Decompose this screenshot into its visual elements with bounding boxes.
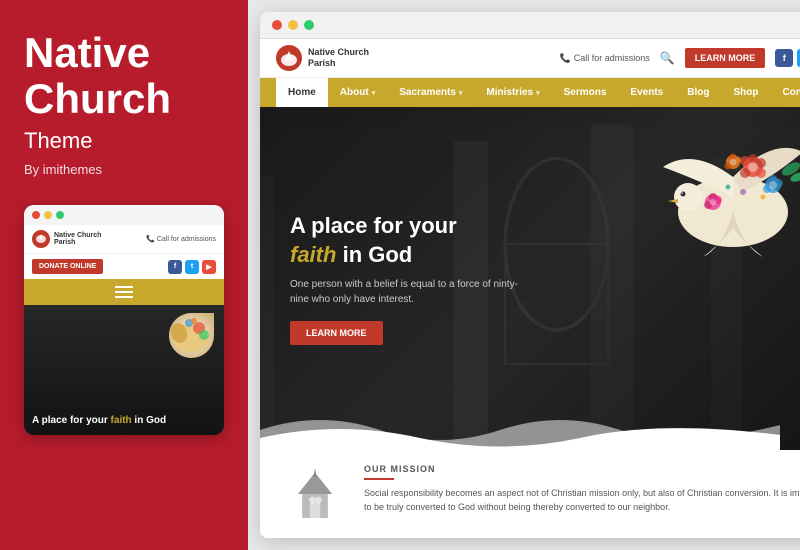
browser-window: Native ChurchParish 📞 LEARN MORE Call fo… xyxy=(260,12,800,538)
hero-bird-illustration xyxy=(643,117,800,277)
donate-button[interactable]: LEARN MORE xyxy=(685,48,766,68)
mission-body: Social responsibility becomes an aspect … xyxy=(364,486,800,515)
browser-chrome xyxy=(260,12,800,39)
nav-item-about[interactable]: About ▾ xyxy=(328,78,387,107)
mission-icon-area xyxy=(280,464,350,524)
mobile-hero-faith: faith xyxy=(111,415,132,426)
hero-title-text1: A place for your xyxy=(290,213,457,238)
mobile-hero: A place for your faith in God xyxy=(24,305,224,435)
church-icon xyxy=(285,464,345,524)
site-hero: A place for your faith in God One person… xyxy=(260,107,800,450)
nav-item-blog[interactable]: Blog xyxy=(675,78,721,107)
mission-text: OUR MISSION Social responsibility become… xyxy=(364,464,800,515)
chevron-down-icon: ▾ xyxy=(372,89,376,97)
hero-wave xyxy=(260,410,780,450)
browser-dot-red xyxy=(272,20,282,30)
mobile-donate-button[interactable]: DONATE ONLINE xyxy=(32,259,103,274)
mobile-social-icons: f t ▶ xyxy=(168,260,216,274)
site-nav: Home About ▾ Sacraments ▾ Ministries ▾ S… xyxy=(260,78,800,107)
search-icon[interactable]: 🔍 xyxy=(660,51,675,65)
site-phone: 📞 LEARN MORE Call for admissions xyxy=(560,53,650,64)
site-social-icons: f t ▶ xyxy=(775,49,800,67)
learn-more-button[interactable]: LEARN MORE xyxy=(290,321,383,345)
theme-by: By imithemes xyxy=(24,162,224,177)
hero-faith-text: faith xyxy=(290,242,336,267)
phone-icon: 📞 xyxy=(560,53,571,64)
nav-item-ministries[interactable]: Ministries ▾ xyxy=(474,78,551,107)
twitter-icon[interactable]: t xyxy=(185,260,199,274)
mobile-browser-bar xyxy=(24,205,224,225)
chevron-down-icon: ▾ xyxy=(536,89,540,97)
site-logo-icon xyxy=(276,45,302,71)
mobile-phone: 📞 Call for admissions xyxy=(146,235,216,243)
right-panel: Native ChurchParish 📞 LEARN MORE Call fo… xyxy=(248,0,800,550)
nav-item-events[interactable]: Events xyxy=(618,78,675,107)
site-mission: OUR MISSION Social responsibility become… xyxy=(260,450,800,538)
left-panel: NativeChurch Theme By imithemes Native C… xyxy=(0,0,248,550)
mobile-hero-text: A place for your faith in God xyxy=(32,414,216,427)
hero-subtitle: One person with a belief is equal to a f… xyxy=(290,277,530,307)
mobile-nav-bar[interactable] xyxy=(24,279,224,305)
hero-content: A place for your faith in God One person… xyxy=(260,188,586,369)
mobile-preview: Native ChurchParish 📞 Call for admission… xyxy=(24,205,224,435)
site-header-right: 📞 LEARN MORE Call for admissions 🔍 LEARN… xyxy=(560,48,800,68)
hero-title-text2: in God xyxy=(343,242,413,267)
mobile-donate-bar: DONATE ONLINE f t ▶ xyxy=(24,254,224,279)
youtube-icon[interactable]: ▶ xyxy=(202,260,216,274)
nav-item-sacraments[interactable]: Sacraments ▾ xyxy=(387,78,474,107)
mobile-dot-yellow xyxy=(44,211,52,219)
mobile-logo-text: Native ChurchParish xyxy=(54,232,101,247)
theme-subtitle: Theme xyxy=(24,128,224,154)
mobile-dot-red xyxy=(32,211,40,219)
site-logo-text: Native ChurchParish xyxy=(308,47,369,69)
site-logo: Native ChurchParish xyxy=(276,45,369,71)
nav-item-contacts[interactable]: Contacts xyxy=(770,78,800,107)
mission-label: OUR MISSION xyxy=(364,464,800,474)
mobile-logo-area: Native ChurchParish xyxy=(32,230,101,248)
facebook-icon[interactable]: f xyxy=(775,49,793,67)
mission-underline xyxy=(364,478,394,480)
hero-title: A place for your faith in God xyxy=(290,212,556,269)
nav-item-shop[interactable]: Shop xyxy=(721,78,770,107)
facebook-icon[interactable]: f xyxy=(168,260,182,274)
mobile-hero-title: A place for your faith in God xyxy=(32,414,216,427)
phone-label: Call for admissions xyxy=(574,53,650,63)
hamburger-icon[interactable] xyxy=(115,286,133,298)
browser-dot-yellow xyxy=(288,20,298,30)
mobile-header: Native ChurchParish 📞 Call for admission… xyxy=(24,225,224,254)
theme-title: NativeChurch xyxy=(24,30,224,122)
nav-item-sermons[interactable]: Sermons xyxy=(552,78,619,107)
mobile-logo-icon xyxy=(32,230,50,248)
mobile-dot-green xyxy=(56,211,64,219)
nav-item-home[interactable]: Home xyxy=(276,78,328,107)
chevron-down-icon: ▾ xyxy=(459,89,463,97)
browser-dot-green xyxy=(304,20,314,30)
site-header: Native ChurchParish 📞 LEARN MORE Call fo… xyxy=(260,39,800,78)
